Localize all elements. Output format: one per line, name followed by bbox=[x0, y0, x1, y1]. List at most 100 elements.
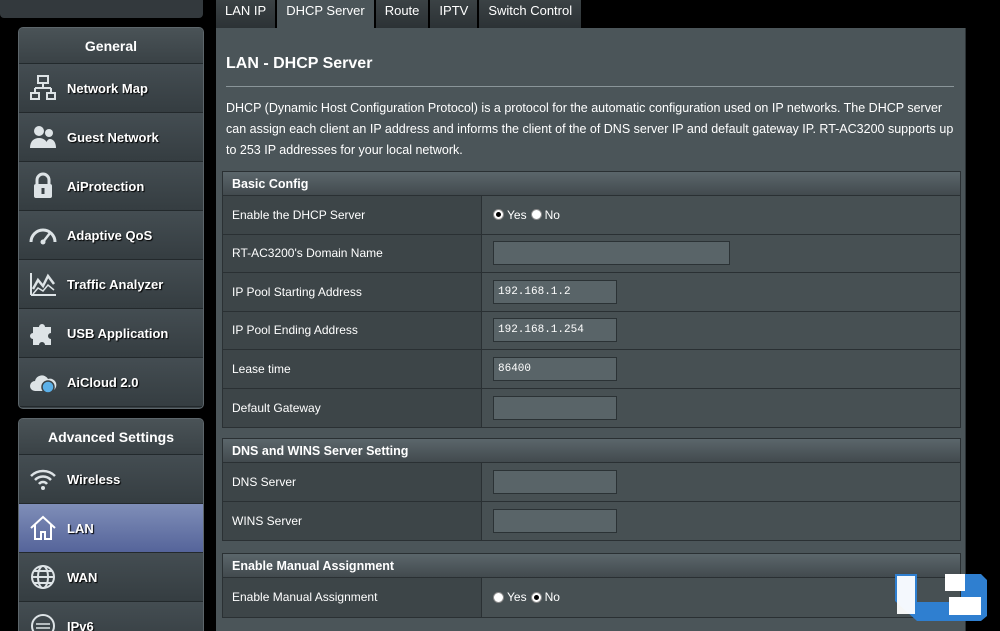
field-label: WINS Server bbox=[223, 501, 482, 540]
tab-dhcp-server[interactable]: DHCP Server bbox=[277, 0, 374, 28]
sidebar-item-aicloud[interactable]: AiCloud 2.0 bbox=[19, 358, 203, 407]
wifi-icon bbox=[19, 455, 67, 504]
manual-assignment-section: Enable Manual Assignment Enable Manual A… bbox=[222, 553, 961, 618]
sidebar: General Network Map Guest Network AiProt… bbox=[0, 0, 210, 631]
sidebar-item-lan[interactable]: LAN bbox=[19, 504, 203, 553]
dns-server-row: DNS Server bbox=[223, 463, 960, 502]
chart-icon bbox=[19, 260, 67, 309]
general-menu: General Network Map Guest Network AiProt… bbox=[18, 27, 204, 409]
field-value: Yes No bbox=[482, 578, 960, 617]
tab-iptv[interactable]: IPTV bbox=[430, 0, 478, 28]
sidebar-item-label: WAN bbox=[67, 569, 98, 585]
pool-start-input[interactable]: 192.168.1.2 bbox=[493, 279, 617, 304]
enable-dhcp-no-radio[interactable]: No bbox=[530, 207, 560, 222]
radio-unselected[interactable] bbox=[530, 209, 542, 221]
sidebar-item-label: Network Map bbox=[67, 80, 148, 96]
sidebar-item-usb-application[interactable]: USB Application bbox=[19, 309, 203, 358]
sidebar-item-label: Guest Network bbox=[67, 129, 159, 145]
radio-selected[interactable] bbox=[493, 209, 504, 221]
sidebar-item-ipv6[interactable]: IPv6 bbox=[19, 602, 203, 631]
manual-assignment-yes-radio[interactable]: Yes bbox=[493, 590, 527, 604]
field-value: 192.168.1.2 bbox=[482, 273, 960, 311]
title-divider bbox=[226, 86, 954, 87]
lease-time-input[interactable]: 86400 bbox=[493, 356, 617, 381]
sidebar-item-aiprotection[interactable]: AiProtection bbox=[19, 162, 203, 211]
field-label: Enable the DHCP Server bbox=[223, 196, 482, 234]
radio-label: No bbox=[544, 207, 560, 222]
sidebar-item-wan[interactable]: WAN bbox=[19, 553, 203, 602]
sidebar-item-guest-network[interactable]: Guest Network bbox=[19, 113, 203, 162]
enable-dhcp-yes-radio[interactable]: Yes bbox=[493, 208, 527, 222]
default-gateway-row: Default Gateway bbox=[223, 388, 960, 427]
lock-icon bbox=[19, 162, 67, 211]
radio-selected[interactable] bbox=[530, 591, 542, 603]
field-value: Yes No bbox=[482, 196, 960, 234]
advanced-settings-menu: Advanced Settings Wireless LAN WAN IPv6 bbox=[18, 418, 204, 631]
tab-route[interactable]: Route bbox=[375, 0, 429, 28]
sidebar-item-label: AiProtection bbox=[67, 178, 145, 194]
tab-switch-control[interactable]: Switch Control bbox=[479, 0, 582, 28]
advanced-settings-header: Advanced Settings bbox=[19, 419, 203, 455]
network-map-icon bbox=[19, 64, 67, 113]
pool-end-input[interactable]: 192.168.1.254 bbox=[493, 318, 617, 343]
dns-server-input[interactable] bbox=[493, 469, 617, 494]
field-value bbox=[482, 388, 960, 427]
field-label: Lease time bbox=[223, 350, 482, 388]
guest-network-icon bbox=[19, 113, 67, 162]
wins-server-row: WINS Server bbox=[223, 501, 960, 540]
field-label: Default Gateway bbox=[223, 388, 482, 427]
field-label: RT-AC3200's Domain Name bbox=[223, 234, 482, 272]
sidebar-item-label: IPv6 bbox=[67, 618, 94, 631]
manual-assignment-no-radio[interactable]: No bbox=[530, 590, 560, 605]
sidebar-item-label: Traffic Analyzer bbox=[67, 276, 164, 292]
watermark-logo bbox=[893, 570, 988, 622]
field-label: DNS Server bbox=[223, 463, 482, 501]
sidebar-top-stub bbox=[0, 0, 203, 18]
sidebar-item-label: LAN bbox=[67, 520, 94, 536]
home-icon bbox=[19, 504, 67, 553]
ipv6-icon bbox=[19, 602, 67, 631]
pool-end-row: IP Pool Ending Address 192.168.1.254 bbox=[223, 311, 960, 350]
field-value bbox=[482, 463, 960, 501]
domain-name-row: RT-AC3200's Domain Name bbox=[223, 234, 960, 273]
page-description: DHCP (Dynamic Host Configuration Protoco… bbox=[226, 101, 954, 157]
section-header: Basic Config bbox=[223, 172, 960, 196]
sidebar-item-label: USB Application bbox=[67, 325, 169, 341]
sidebar-item-label: Adaptive QoS bbox=[67, 227, 153, 243]
lease-time-row: Lease time 86400 bbox=[223, 350, 960, 389]
puzzle-icon bbox=[19, 309, 67, 358]
general-header: General bbox=[19, 28, 203, 64]
field-label: Enable Manual Assignment bbox=[223, 578, 482, 617]
domain-name-input[interactable] bbox=[493, 241, 730, 266]
field-label: IP Pool Ending Address bbox=[223, 311, 482, 349]
manual-assignment-row: Enable Manual Assignment Yes No bbox=[223, 578, 960, 617]
sidebar-item-label: AiCloud 2.0 bbox=[67, 374, 139, 390]
wins-server-input[interactable] bbox=[493, 508, 617, 533]
default-gateway-input[interactable] bbox=[493, 395, 617, 420]
enable-dhcp-row: Enable the DHCP Server Yes No bbox=[223, 196, 960, 235]
speedometer-icon bbox=[19, 211, 67, 260]
pool-start-row: IP Pool Starting Address 192.168.1.2 bbox=[223, 273, 960, 312]
radio-label: Yes bbox=[507, 207, 527, 222]
radio-label: Yes bbox=[507, 590, 527, 605]
radio-label: No bbox=[544, 590, 560, 605]
tab-bar: LAN IP DHCP Server Route IPTV Switch Con… bbox=[216, 0, 582, 28]
sidebar-item-traffic-analyzer[interactable]: Traffic Analyzer bbox=[19, 260, 203, 309]
tab-lan-ip[interactable]: LAN IP bbox=[216, 0, 276, 28]
field-value: 86400 bbox=[482, 350, 960, 388]
globe-icon bbox=[19, 553, 67, 602]
field-value bbox=[482, 501, 960, 540]
sidebar-item-adaptive-qos[interactable]: Adaptive QoS bbox=[19, 211, 203, 260]
sidebar-item-wireless[interactable]: Wireless bbox=[19, 455, 203, 504]
radio-unselected[interactable] bbox=[493, 591, 504, 603]
main-panel: LAN - DHCP Server DHCP (Dynamic Host Con… bbox=[216, 28, 966, 631]
sidebar-item-network-map[interactable]: Network Map bbox=[19, 64, 203, 113]
field-label: IP Pool Starting Address bbox=[223, 273, 482, 311]
basic-config-section: Basic Config Enable the DHCP Server Yes … bbox=[222, 171, 961, 428]
section-header: Enable Manual Assignment bbox=[223, 554, 960, 578]
dns-wins-section: DNS and WINS Server Setting DNS Server W… bbox=[222, 438, 961, 541]
cloud-icon bbox=[19, 358, 67, 407]
page-title: LAN - DHCP Server bbox=[226, 55, 373, 72]
field-value bbox=[482, 234, 960, 272]
sidebar-item-label: Wireless bbox=[67, 471, 121, 487]
